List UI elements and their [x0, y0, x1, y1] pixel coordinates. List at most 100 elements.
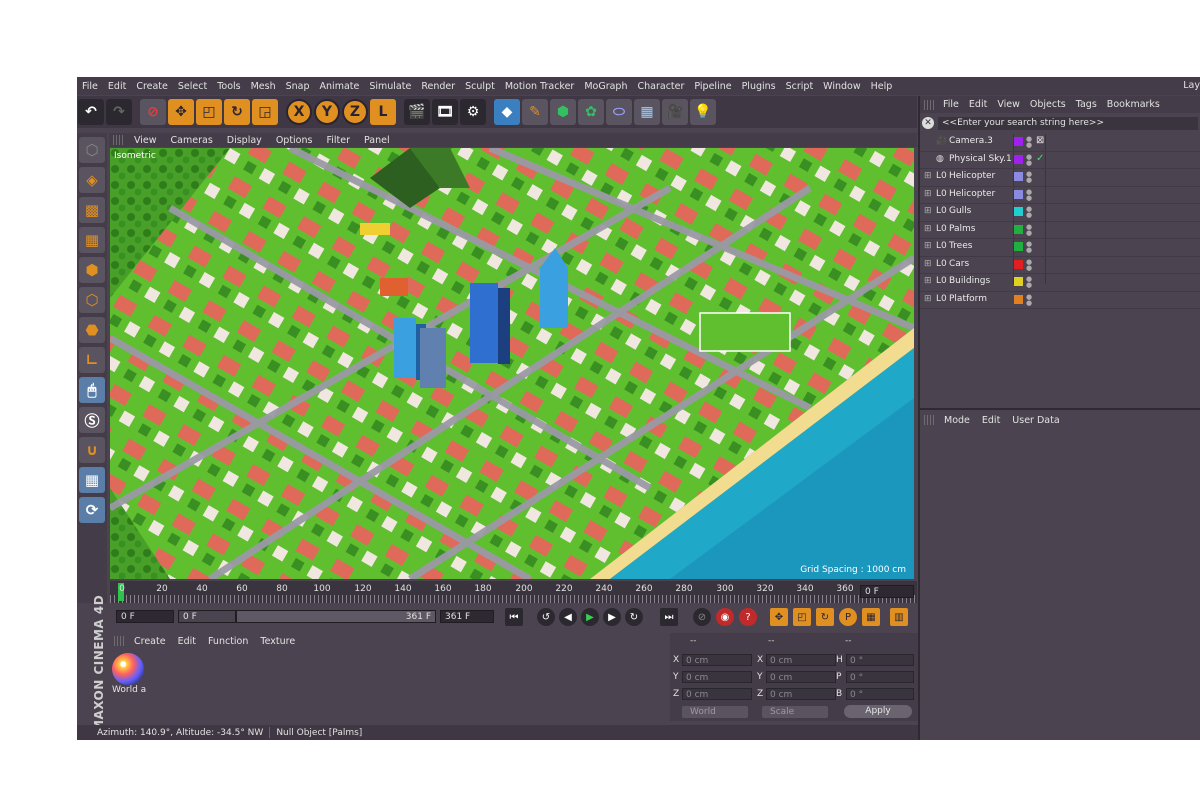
visibility-dots-icon[interactable]: ● ● — [1026, 188, 1032, 201]
layer-color-swatch[interactable] — [1014, 294, 1023, 304]
layer-color-swatch[interactable] — [1014, 224, 1023, 234]
model-mode-icon[interactable]: ◈ — [79, 167, 105, 193]
tweak-mode-icon[interactable]: 🖱 — [79, 377, 105, 403]
next-keyframe-icon[interactable]: ↻ — [625, 608, 643, 626]
expand-icon[interactable]: ⊞ — [924, 206, 932, 216]
viewport-menu-filter[interactable]: Filter — [319, 135, 357, 146]
visibility-dots-icon[interactable]: ● ● — [1026, 293, 1032, 306]
autokeying-icon[interactable]: ? — [739, 608, 757, 626]
visibility-dots-icon[interactable]: ● ● — [1026, 223, 1032, 236]
viewport-menu-panel[interactable]: Panel — [357, 135, 397, 146]
menu-script[interactable]: Script — [781, 81, 819, 92]
visibility-dots-icon[interactable]: ● ● — [1026, 136, 1032, 149]
clear-search-icon[interactable]: ✕ — [922, 117, 934, 129]
size-mode-dropdown[interactable]: Scale — [762, 706, 828, 718]
panel-grip-icon[interactable] — [924, 99, 934, 110]
menu-character[interactable]: Character — [632, 81, 689, 92]
object-row[interactable]: ⊞ L0 Helicopter ● ● — [920, 187, 1200, 204]
material-swatch[interactable]: World a — [112, 653, 146, 697]
position-x-field[interactable]: 0 cm — [682, 654, 752, 666]
workplane-icon[interactable]: ▦ — [79, 227, 105, 253]
magnet-icon[interactable]: ∪ — [79, 437, 105, 463]
menu-snap[interactable]: Snap — [281, 81, 315, 92]
menu-create[interactable]: Create — [131, 81, 173, 92]
axis-mode-icon[interactable]: ∟ — [79, 347, 105, 373]
range-start-field[interactable]: 0 F — [178, 610, 236, 623]
edit-render-settings-icon[interactable]: ⚙ — [460, 99, 486, 125]
object-row[interactable]: ⊞ L0 Trees ● ● — [920, 239, 1200, 257]
scale-icon[interactable]: ◰ — [196, 99, 222, 125]
expand-icon[interactable]: ⊞ — [924, 294, 932, 304]
apply-button[interactable]: Apply — [844, 705, 912, 718]
visibility-dots-icon[interactable]: ● ● — [1026, 258, 1032, 271]
object-search-input[interactable]: <<Enter your search string here>> — [938, 116, 1198, 130]
layer-color-swatch[interactable] — [1014, 207, 1023, 216]
move-icon[interactable]: ✥ — [168, 99, 194, 125]
x-axis-lock-icon[interactable]: X — [286, 99, 312, 125]
key-position-icon[interactable]: ✥ — [770, 608, 788, 626]
y-axis-lock-icon[interactable]: Y — [314, 99, 340, 125]
menu-window[interactable]: Window — [818, 81, 865, 92]
max-frame-field[interactable]: 361 F — [440, 610, 494, 623]
enabled-check-icon[interactable]: ✓ — [1036, 153, 1044, 164]
expand-icon[interactable]: ⊞ — [924, 276, 932, 286]
min-frame-field[interactable]: 0 F — [116, 610, 174, 623]
position-y-field[interactable]: 0 cm — [682, 671, 752, 683]
coordinate-mode-dropdown[interactable]: World — [682, 706, 748, 718]
menu-render[interactable]: Render — [416, 81, 460, 92]
rotate-icon[interactable]: ↻ — [224, 99, 250, 125]
attr-menu-edit[interactable]: Edit — [976, 415, 1006, 426]
attr-menu-user-data[interactable]: User Data — [1006, 415, 1065, 426]
object-row[interactable]: ⊞ L0 Cars ● ● — [920, 257, 1200, 274]
layer-color-swatch[interactable] — [1014, 172, 1023, 181]
menu-mesh[interactable]: Mesh — [246, 81, 281, 92]
visibility-dots-icon[interactable]: ● ● — [1026, 276, 1032, 289]
key-point-level-icon[interactable]: ▦ — [862, 608, 880, 626]
z-axis-lock-icon[interactable]: Z — [342, 99, 368, 125]
panel-grip-icon[interactable] — [113, 135, 123, 145]
expand-icon[interactable]: ⊞ — [924, 241, 932, 251]
deformer-icon[interactable]: ⬭ — [606, 99, 632, 125]
record-disabled-icon[interactable]: ⊘ — [693, 608, 711, 626]
panel-grip-icon[interactable] — [924, 415, 934, 425]
previous-keyframe-icon[interactable]: ↺ — [537, 608, 555, 626]
object-menu-edit[interactable]: Edit — [964, 99, 992, 110]
visibility-dots-icon[interactable]: ● ● — [1026, 171, 1032, 184]
go-to-start-icon[interactable]: ⏮ — [505, 608, 523, 626]
coordinate-system-icon[interactable]: L — [370, 99, 396, 125]
visibility-dots-icon[interactable]: ● ● — [1026, 241, 1032, 254]
points-mode-icon[interactable]: ⬢ — [79, 257, 105, 283]
timeline-ruler[interactable]: 0 20 40 60 80 100 120 140 160 180 200 22… — [110, 581, 917, 603]
key-rotation-icon[interactable]: ↻ — [816, 608, 834, 626]
workplane-lock-icon[interactable]: ▦ — [79, 467, 105, 493]
expand-icon[interactable]: ⊞ — [924, 171, 932, 181]
menu-file[interactable]: File — [77, 81, 103, 92]
record-active-objects-icon[interactable]: ◉ — [716, 608, 734, 626]
recent-tools-icon[interactable]: ◲ — [252, 99, 278, 125]
layer-color-swatch[interactable] — [1014, 189, 1023, 199]
next-frame-icon[interactable]: ▶ — [603, 608, 621, 626]
polygons-mode-icon[interactable]: ⬣ — [79, 317, 105, 343]
make-editable-icon[interactable]: ⬡ — [79, 137, 105, 163]
object-row[interactable]: ⊞ L0 Platform ● ● — [920, 292, 1200, 309]
undo-icon[interactable]: ↶ — [78, 99, 104, 125]
expand-icon[interactable]: ⊞ — [924, 259, 932, 269]
object-menu-file[interactable]: File — [938, 99, 964, 110]
viewport-menu-options[interactable]: Options — [269, 135, 320, 146]
pen-spline-icon[interactable]: ✎ — [522, 99, 548, 125]
menu-select[interactable]: Select — [173, 81, 212, 92]
rotation-p-field[interactable]: 0 ° — [846, 671, 914, 683]
material-menu-texture[interactable]: Texture — [254, 636, 301, 647]
key-scale-icon[interactable]: ◰ — [793, 608, 811, 626]
material-menu-edit[interactable]: Edit — [172, 636, 202, 647]
rotation-b-field[interactable]: 0 ° — [846, 688, 914, 700]
object-row[interactable]: ◍ Physical Sky.1 ● ● ✓ — [920, 152, 1200, 169]
material-menu-create[interactable]: Create — [128, 636, 172, 647]
snapping-icon[interactable]: Ⓢ — [79, 407, 105, 433]
visibility-dots-icon[interactable]: ● ● — [1026, 206, 1032, 219]
camera-target-tag-icon[interactable]: ⊠ — [1036, 135, 1044, 146]
previous-frame-icon[interactable]: ◀ — [559, 608, 577, 626]
layer-color-swatch[interactable] — [1014, 277, 1023, 286]
light-icon[interactable]: 💡 — [690, 99, 716, 125]
cube-primitive-icon[interactable]: ◆ — [494, 99, 520, 125]
